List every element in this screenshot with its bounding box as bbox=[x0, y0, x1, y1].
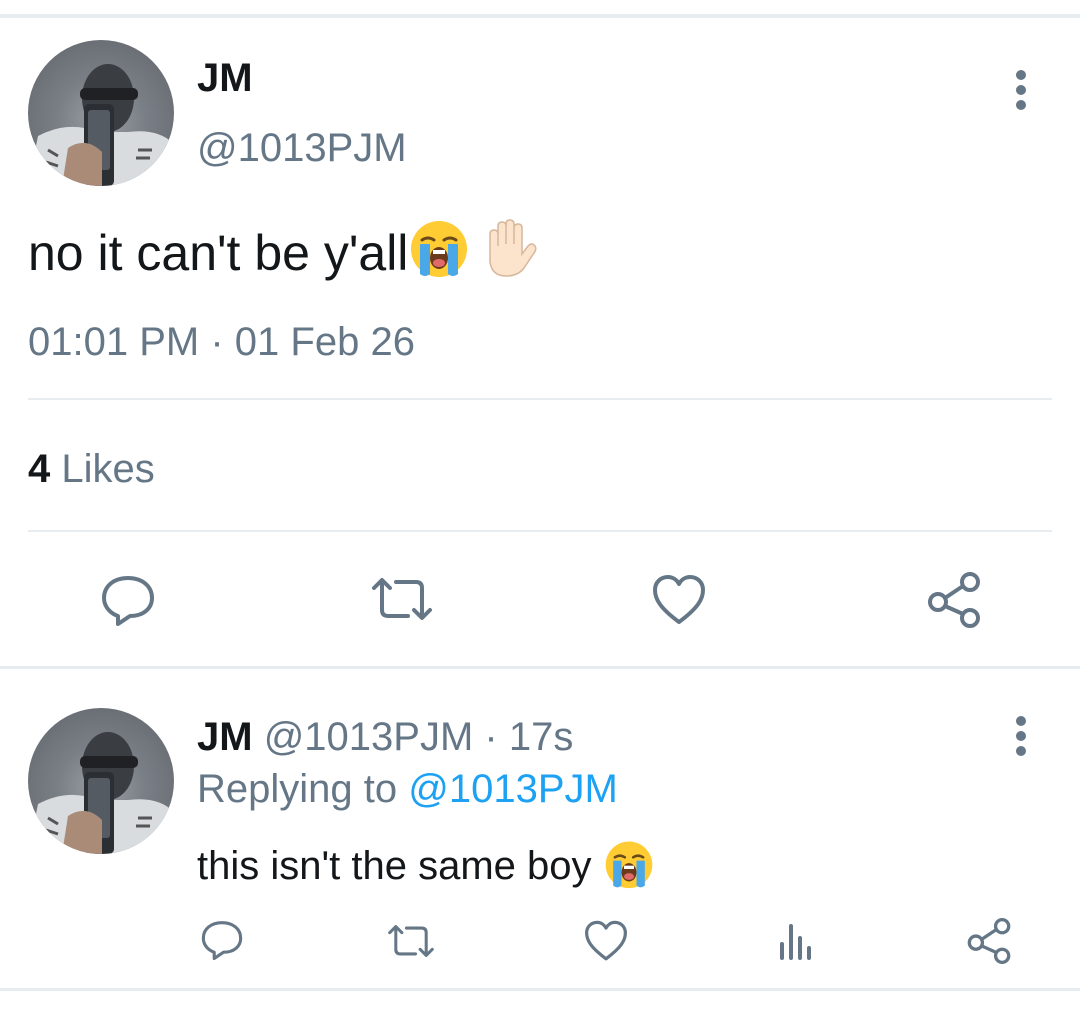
display-name[interactable]: JM bbox=[197, 58, 253, 98]
like-icon[interactable] bbox=[652, 574, 706, 626]
divider bbox=[28, 530, 1052, 532]
reply-display-name[interactable]: JM bbox=[197, 715, 253, 759]
reply-handle[interactable]: @1013PJM bbox=[264, 715, 474, 759]
tweet-body: no it can't be y'all bbox=[28, 225, 409, 281]
likes-label: Likes bbox=[61, 447, 155, 491]
user-handle[interactable]: @1013PJM bbox=[197, 128, 407, 168]
avatar[interactable] bbox=[28, 40, 174, 186]
reply-separator: · bbox=[484, 715, 498, 759]
more-options-icon[interactable] bbox=[1015, 70, 1027, 114]
top-divider bbox=[0, 14, 1080, 18]
tweet-time: 01:01 PM bbox=[28, 320, 200, 364]
like-icon[interactable] bbox=[584, 920, 628, 962]
reply-avatar[interactable] bbox=[28, 708, 174, 854]
section-divider bbox=[0, 666, 1080, 669]
bottom-divider bbox=[0, 988, 1080, 991]
replying-mention[interactable]: @1013PJM bbox=[408, 767, 618, 811]
reply-header: JM @1013PJM · 17s bbox=[197, 717, 573, 757]
share-icon[interactable] bbox=[966, 918, 1012, 964]
replying-to: Replying to @1013PJM bbox=[197, 769, 618, 809]
loudly-crying-face-icon bbox=[408, 218, 470, 286]
reply-text: this isn't the same boy bbox=[197, 839, 655, 896]
tweet-date: 01 Feb 26 bbox=[234, 320, 415, 364]
reply-icon[interactable] bbox=[200, 918, 244, 960]
reply-more-options-icon[interactable] bbox=[1015, 716, 1027, 760]
reply-body: this isn't the same boy bbox=[197, 844, 592, 888]
retweet-icon[interactable] bbox=[386, 922, 436, 960]
loudly-crying-face-icon bbox=[603, 839, 655, 896]
timestamp: 01:01 PM · 01 Feb 26 bbox=[28, 322, 415, 362]
likes-count[interactable]: 4 Likes bbox=[28, 449, 155, 489]
retweet-icon[interactable] bbox=[370, 574, 434, 624]
analytics-icon[interactable] bbox=[776, 918, 816, 962]
likes-number: 4 bbox=[28, 447, 51, 491]
divider bbox=[28, 398, 1052, 400]
reply-icon[interactable] bbox=[100, 572, 156, 626]
share-icon[interactable] bbox=[926, 572, 982, 628]
replying-prefix: Replying to bbox=[197, 767, 398, 811]
meta-separator: · bbox=[210, 320, 224, 364]
tweet-text: no it can't be y'all bbox=[28, 218, 538, 286]
raised-hand-icon bbox=[480, 218, 538, 286]
reply-age: 17s bbox=[508, 715, 574, 759]
